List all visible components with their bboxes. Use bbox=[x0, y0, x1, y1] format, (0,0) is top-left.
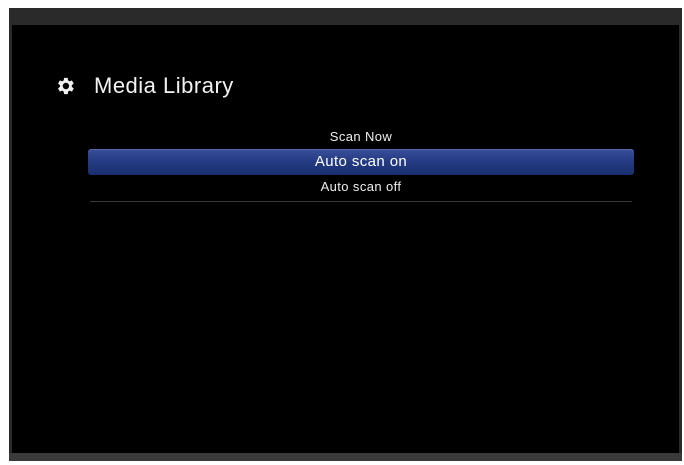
bottom-bar bbox=[9, 453, 682, 461]
tv-frame: Media Library Scan Now Auto scan on Auto… bbox=[9, 8, 682, 461]
page-title: Media Library bbox=[94, 73, 234, 98]
menu-item-auto-scan-off[interactable]: Auto scan off bbox=[88, 175, 634, 199]
menu-item-auto-scan-on[interactable]: Auto scan on bbox=[88, 149, 634, 175]
gear-icon bbox=[58, 77, 74, 95]
menu-divider bbox=[90, 201, 632, 202]
page-header: Media Library bbox=[54, 73, 234, 99]
scan-options-menu: Scan Now Auto scan on Auto scan off bbox=[88, 125, 634, 202]
media-library-screen: Media Library Scan Now Auto scan on Auto… bbox=[12, 25, 679, 453]
menu-item-scan-now[interactable]: Scan Now bbox=[88, 125, 634, 149]
